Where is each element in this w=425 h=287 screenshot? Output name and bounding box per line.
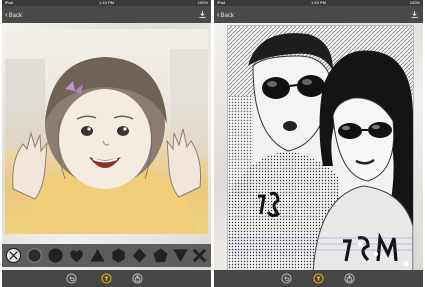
- nav-bar: ‹Back: [214, 6, 423, 23]
- left-screenshot: iPad 1:10 PM 100% ‹Back: [2, 0, 211, 287]
- bottom-toolbar: [2, 270, 211, 287]
- undo-icon[interactable]: [66, 273, 77, 284]
- back-button[interactable]: ‹Back: [217, 9, 234, 20]
- right-screenshot: iPad 1:10 PM 100% ‹Back: [214, 0, 423, 287]
- share-icon[interactable]: [132, 273, 143, 284]
- heart-shape[interactable]: [68, 247, 85, 264]
- back-button[interactable]: ‹Back: [5, 9, 22, 20]
- hexagon-shape[interactable]: [110, 247, 127, 264]
- shape-selector-bar: [2, 244, 211, 267]
- filter-icon[interactable]: [101, 273, 112, 284]
- back-label: Back: [220, 13, 235, 19]
- inverted-triangle-shape[interactable]: [172, 247, 189, 264]
- sketch-photo-girl: [5, 29, 208, 234]
- diamond-shape[interactable]: [131, 247, 148, 264]
- bottom-toolbar: [214, 270, 423, 287]
- no-frame-button[interactable]: [5, 247, 22, 264]
- circle-shape[interactable]: [47, 247, 64, 264]
- filter-icon[interactable]: [313, 273, 324, 284]
- download-icon[interactable]: [410, 10, 419, 19]
- nav-bar: ‹Back: [2, 6, 211, 23]
- x-shape[interactable]: [191, 247, 208, 264]
- chevron-left-icon: ‹: [217, 10, 220, 19]
- circle-outline-shape[interactable]: [26, 247, 43, 264]
- back-label: Back: [8, 13, 23, 19]
- triangle-shape[interactable]: [89, 247, 106, 264]
- sketch-photo-couple: [227, 25, 414, 274]
- share-icon[interactable]: [344, 273, 355, 284]
- chevron-left-icon: ‹: [5, 10, 8, 19]
- undo-icon[interactable]: [281, 273, 292, 284]
- download-icon[interactable]: [198, 10, 207, 19]
- pentagon-shape[interactable]: [152, 247, 169, 264]
